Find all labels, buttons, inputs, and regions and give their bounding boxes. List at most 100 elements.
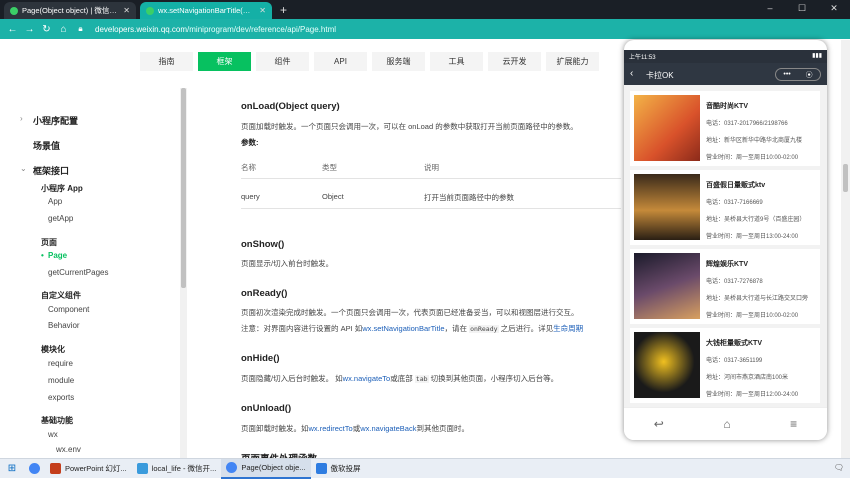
chrome-taskbar-icon[interactable] (24, 459, 45, 479)
capsule-menu: ••• ⦿ (775, 68, 821, 81)
forward-arrow-icon[interactable]: → (21, 24, 38, 35)
new-tab-icon[interactable]: + (280, 3, 287, 17)
browser-tab-setnavbar[interactable]: wx.setNavigationBarTitle(Obj... ✕ (140, 2, 272, 19)
list-item[interactable]: 音酷时尚KTV 电话：0317-2017966/2198766 地址：新华区新华… (630, 91, 820, 166)
sidebar-item-wx[interactable]: wx (48, 430, 58, 439)
onunload-text: 页面卸载时触发。如 (241, 424, 309, 433)
recents-menu-icon[interactable]: ≡ (790, 417, 797, 431)
sidebar-item-wxenv[interactable]: wx.env (56, 445, 81, 454)
phone-system-nav: ↩ ⌂ ≡ (624, 407, 827, 440)
nav-cloud[interactable]: 云开发 (488, 52, 541, 71)
powerpoint-icon (50, 463, 61, 474)
sidebar-item-require[interactable]: require (48, 359, 73, 368)
onhide-heading: onHide() (241, 353, 280, 364)
onready-note-text: 之后进行。详见 (500, 324, 554, 333)
nav-guide[interactable]: 指南 (140, 52, 193, 71)
sidebar-item-app[interactable]: App (48, 197, 62, 206)
sidebar-group-basic: 基础功能 (41, 416, 73, 425)
tab-title: wx.setNavigationBarTitle(Obj... (158, 6, 256, 15)
table-cell-type: Object (322, 192, 344, 201)
sidebar-scroll-thumb[interactable] (181, 88, 186, 288)
params-label: 参数: (241, 138, 259, 147)
phone-status-bar: 上午11:53 ▮▮▮ (624, 50, 827, 63)
more-dots-icon[interactable]: ••• (783, 71, 790, 78)
sidebar-item-component[interactable]: Component (48, 305, 89, 314)
nav-components[interactable]: 组件 (256, 52, 309, 71)
ktv-hours: 营业时间：周一至周日10:00-02:00 (706, 155, 799, 161)
url-field[interactable]: developers.weixin.qq.com/miniprogram/dev… (95, 25, 336, 34)
sidebar-group-custom: 自定义组件 (41, 291, 81, 300)
minimize-button[interactable]: – (754, 0, 786, 19)
onshow-heading: onShow() (241, 239, 285, 250)
taskbar-item-apowermirror[interactable]: 傲软投屏 (311, 459, 366, 479)
sidebar-item-scene[interactable]: 场景值 (33, 139, 60, 152)
close-tab-icon[interactable]: ✕ (123, 6, 130, 15)
nav-api[interactable]: API (314, 52, 367, 71)
tab-title: Page(Object object) | 微信开放... (22, 6, 119, 15)
list-item[interactable]: 辉煌娱乐KTV 电话：0317-7276878 地址：吴桥县大行道与长江路交叉口… (630, 249, 820, 324)
list-item[interactable]: 百盛假日量贩式ktv 电话：0317-7166669 地址：吴桥县大行道9号（百… (630, 170, 820, 245)
nav-server[interactable]: 服务端 (372, 52, 425, 71)
table-divider (241, 178, 621, 179)
current-bullet-icon: • (41, 251, 44, 260)
back-arrow-icon[interactable]: ← (4, 24, 21, 35)
wechat-favicon-icon (146, 6, 154, 15)
sidebar-item-getapp[interactable]: getApp (48, 214, 73, 223)
home-icon[interactable]: ⌂ (723, 417, 730, 431)
redirectto-link[interactable]: wx.redirectTo (309, 424, 353, 433)
wechat-devtools-icon (136, 463, 148, 474)
chevron-right-icon[interactable]: › (20, 114, 23, 123)
navigateback-link[interactable]: wx.navigateBack (360, 424, 416, 433)
sidebar-scrollbar[interactable] (180, 88, 187, 458)
setnavbar-link[interactable]: wx.setNavigationBarTitle (362, 324, 444, 333)
close-circle-icon[interactable]: ⦿ (806, 70, 813, 80)
sidebar-item-framework-api[interactable]: 框架接口 (33, 164, 69, 177)
ktv-hours: 营业时间：周一至周日12:00-24:00 (706, 392, 799, 398)
ktv-thumbnail (634, 95, 700, 161)
sidebar-item-exports[interactable]: exports (48, 393, 74, 402)
page-scrollbar[interactable] (841, 40, 850, 458)
sidebar-item-getcurrentpages[interactable]: getCurrentPages (48, 268, 108, 277)
taskbar-item-wechat-devtools[interactable]: local_life - 微信开... (132, 459, 222, 479)
browser-tab-page[interactable]: Page(Object object) | 微信开放... ✕ (4, 2, 136, 19)
onready-note-text: ，请在 (444, 324, 468, 333)
onshow-desc: 页面显示/切入前台时触发。 (241, 259, 334, 268)
nav-extensions[interactable]: 扩展能力 (546, 52, 599, 71)
ktv-thumbnail (634, 332, 700, 398)
nav-tools[interactable]: 工具 (430, 52, 483, 71)
list-item[interactable]: 大钱柜量贩式KTV 电话：0317-3651199 地址：河间市燕京酒店南100… (630, 328, 820, 403)
ktv-phone: 电话：0317-3651199 (706, 358, 763, 364)
browser-tab-bar: Page(Object object) | 微信开放... ✕ wx.setNa… (0, 0, 850, 19)
navigateto-link[interactable]: wx.navigateTo (343, 374, 391, 383)
home-icon[interactable]: ⌂ (55, 24, 72, 35)
reload-icon[interactable]: ↻ (38, 24, 55, 35)
windows-start-icon[interactable]: ⊞ (0, 463, 24, 474)
maximize-button[interactable]: ☐ (786, 0, 818, 19)
page-scroll-thumb[interactable] (843, 164, 848, 192)
apowermirror-icon (315, 463, 327, 474)
sidebar-item-behavior[interactable]: Behavior (48, 321, 80, 330)
table-divider (241, 208, 621, 209)
ktv-name: 辉煌娱乐KTV (706, 261, 748, 268)
back-chevron-icon[interactable]: ‹ (630, 68, 633, 79)
taskbar-item-chrome-page[interactable]: Page(Object obje... (221, 458, 311, 479)
ktv-thumbnail (634, 253, 700, 319)
sidebar-item-module[interactable]: module (48, 376, 74, 385)
sidebar-item-page[interactable]: Page (48, 251, 67, 260)
table-cell-name: query (241, 192, 260, 201)
sidebar-item-config[interactable]: 小程序配置 (33, 114, 78, 127)
onunload-desc: 页面卸载时触发。如wx.redirectTo或wx.navigateBack到其… (241, 423, 469, 434)
nav-framework[interactable]: 框架 (198, 52, 251, 71)
window-controls: – ☐ ✕ (754, 0, 850, 19)
close-tab-icon[interactable]: ✕ (259, 6, 266, 15)
chevron-down-icon[interactable]: ⌄ (20, 164, 27, 173)
close-window-button[interactable]: ✕ (818, 0, 850, 19)
onhide-text: 页面隐藏/切入后台时触发。 如 (241, 374, 343, 383)
back-icon[interactable]: ↩ (654, 417, 664, 431)
taskbar-item-powerpoint[interactable]: PowerPoint 幻灯... (45, 459, 132, 479)
table-header-type: 类型 (322, 163, 337, 172)
notification-icon[interactable]: 🗨︎ (834, 463, 844, 472)
lifecycle-link[interactable]: 生命周期 (553, 324, 583, 333)
onunload-heading: onUnload() (241, 403, 292, 414)
chrome-icon (29, 463, 40, 474)
